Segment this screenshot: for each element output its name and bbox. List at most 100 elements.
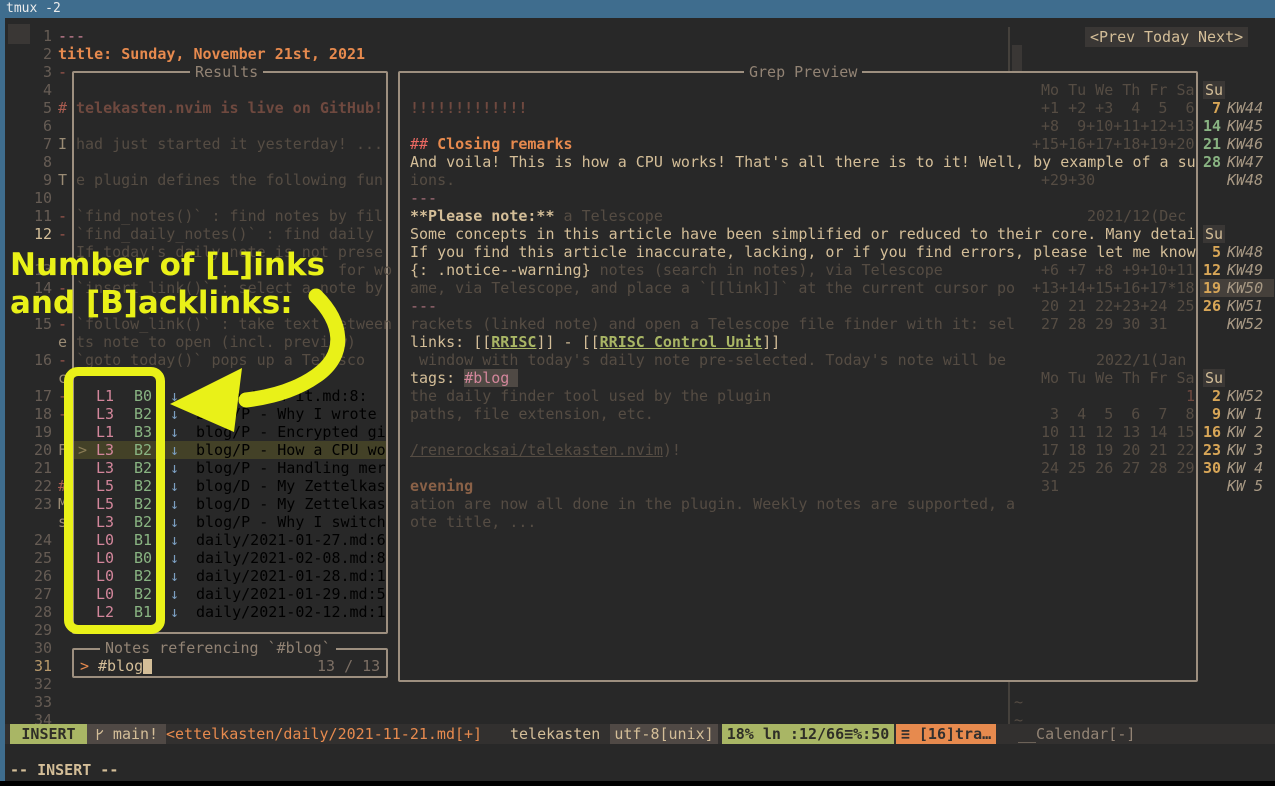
down-arrow-icon: ↓ [170,405,179,423]
line-number: 6 [18,117,52,135]
preview-line: --- [410,297,437,315]
calendar-date[interactable]: 21 [1203,135,1221,153]
calendar-date[interactable]: 5 [1203,243,1221,261]
preview-line: +1 +2 +3 4 5 6 [1041,99,1195,117]
statusline: INSERT main!<ettelkasten/daily/2021-11-2… [5,724,1275,744]
buffer-line: --- [58,27,85,45]
preview-line: If you find this article inaccurate, lac… [410,243,1196,261]
calendar-next-button[interactable]: Next> [1193,27,1248,47]
preview-line: Mo Tu We Th Fr Sa [1041,81,1195,99]
result-file: blog/P - Encrypted git [196,423,386,441]
filetype-segment: telekasten [510,724,600,744]
preview-line-seg: ote title, ... [410,513,536,531]
window-titlebar[interactable]: tmux -2 [0,0,1275,18]
annotation-rectangle [64,367,165,634]
preview-line-seg: ]] - [[ [536,333,599,351]
buffer-line: had just started it yesterday! ... [76,135,383,153]
preview-line-seg: 24 25 26 27 28 29 [1041,459,1195,477]
line-number: 12 [18,225,52,243]
preview-line: ## Closing remarks [410,135,573,153]
line-number: 4 [18,81,52,99]
calendar-date[interactable]: 26 [1203,297,1221,315]
preview-line: +29+30 [1041,171,1095,189]
prompt-input[interactable]: #blog [98,657,143,675]
preview-line: ation are now all done in the plugin. We… [410,495,1015,513]
calendar-prev-button[interactable]: <Prev [1085,27,1140,47]
buffer-line: - [58,63,67,81]
git-branch-segment: main! [87,724,166,744]
calendar-date[interactable]: 30 [1203,459,1221,477]
preview-line-seg: the daily finder tool used by the plugin [410,387,771,405]
line-number: 31 [18,657,52,675]
buffer-margin-char: I [58,135,67,153]
down-arrow-icon: ↓ [170,513,179,531]
preview-line-seg: 17 18 19 20 21 22 [1041,441,1195,459]
calendar-week-number: KW51 [1227,297,1263,315]
buffer-line: `find_daily_notes()` : find daily [76,225,374,243]
result-file: daily/2021-02-08.md:8: [196,549,386,567]
preview-line-seg: Closing remarks [437,135,572,153]
line-number: 26 [18,567,52,585]
line-number: 25 [18,549,52,567]
preview-line-seg: 31 [1041,477,1059,495]
preview-line-seg: paths, file extension, etc. [410,405,654,423]
calendar-date[interactable]: 14 [1203,117,1221,135]
buffer-line: title: Sunday, November 21st, 2021 [58,45,365,63]
down-arrow-icon: ↓ [170,603,179,621]
buffer-margin-char: e [58,333,67,351]
empty-line-tilde: ~ [1014,693,1023,711]
calendar-week-number: KW48 [1227,171,1263,189]
preview-line-seg: +1 +2 +3 4 5 6 [1041,99,1195,117]
calendar-week-number: KW 2 [1227,423,1263,441]
buffer-line: ts note to open (incl. preview) [76,333,356,351]
down-arrow-icon: ↓ [170,495,179,513]
preview-line-seg: +29+30 [1041,171,1095,189]
calendar-date[interactable]: 7 [1203,99,1221,117]
preview-line: !!!!!!!!!!!!! [410,99,527,117]
preview-line: 20 21 22+23+24 25 [1041,297,1195,315]
calendar-week-number: KW50 [1227,279,1263,297]
mode-indicator: INSERT [10,724,87,744]
calendar-week-number: KW 4 [1227,459,1263,477]
preview-line: paths, file extension, etc. [410,405,654,423]
preview-line-seg: {: .notice--warning} [410,261,591,279]
preview-line: **Please note:** a Telescope [410,207,663,225]
calendar-date[interactable]: 23 [1203,441,1221,459]
line-number: 21 [18,459,52,477]
calendar-week-number: KW45 [1227,117,1263,135]
line-number: 30 [18,639,52,657]
down-arrow-icon: ↓ [170,441,179,459]
calendar-week-number: KW47 [1227,153,1263,171]
calendar-week-number: KW52 [1227,387,1263,405]
line-number: 32 [18,675,52,693]
buffer-line: `find_notes()` : find notes by fil [76,207,383,225]
calendar-date[interactable]: 9 [1203,405,1221,423]
prompt-panel-title: Notes referencing `#blog` [100,639,336,657]
preview-line-seg: --- [410,297,437,315]
line-number: 23 [18,495,52,513]
result-file: blog/P - How a CPU wor [196,441,386,459]
calendar-date[interactable]: 2 [1203,387,1221,405]
down-arrow-icon: ↓ [170,423,179,441]
calendar-date[interactable]: 19 [1203,279,1221,297]
buffer-margin-char: - [58,225,67,243]
down-arrow-icon: ↓ [170,549,179,567]
line-number: 18 [18,405,52,423]
preview-line-seg: a Telescope [555,207,663,225]
window-border-left [0,18,5,786]
calendar-week-number: KW48 [1227,243,1263,261]
calendar-week-number: KW44 [1227,99,1263,117]
preview-line: 10 11 12 13 14 15 [1041,423,1195,441]
line-number: 11 [18,207,52,225]
calendar-date[interactable]: 16 [1203,423,1221,441]
preview-line: 24 25 26 27 28 29 [1041,459,1195,477]
results-panel-title: Results [190,63,263,81]
calendar-date[interactable]: 12 [1203,261,1221,279]
buffer-margin-char: - [58,351,67,369]
preview-line-seg: )! [663,441,681,459]
buffer-line-seg: ts note to open (incl. preview) [76,333,356,351]
calendar-date[interactable]: 28 [1203,153,1221,171]
calendar-week-number: KW49 [1227,261,1263,279]
preview-line-seg: evening [410,477,473,495]
calendar-today-button[interactable]: Today [1139,27,1194,47]
